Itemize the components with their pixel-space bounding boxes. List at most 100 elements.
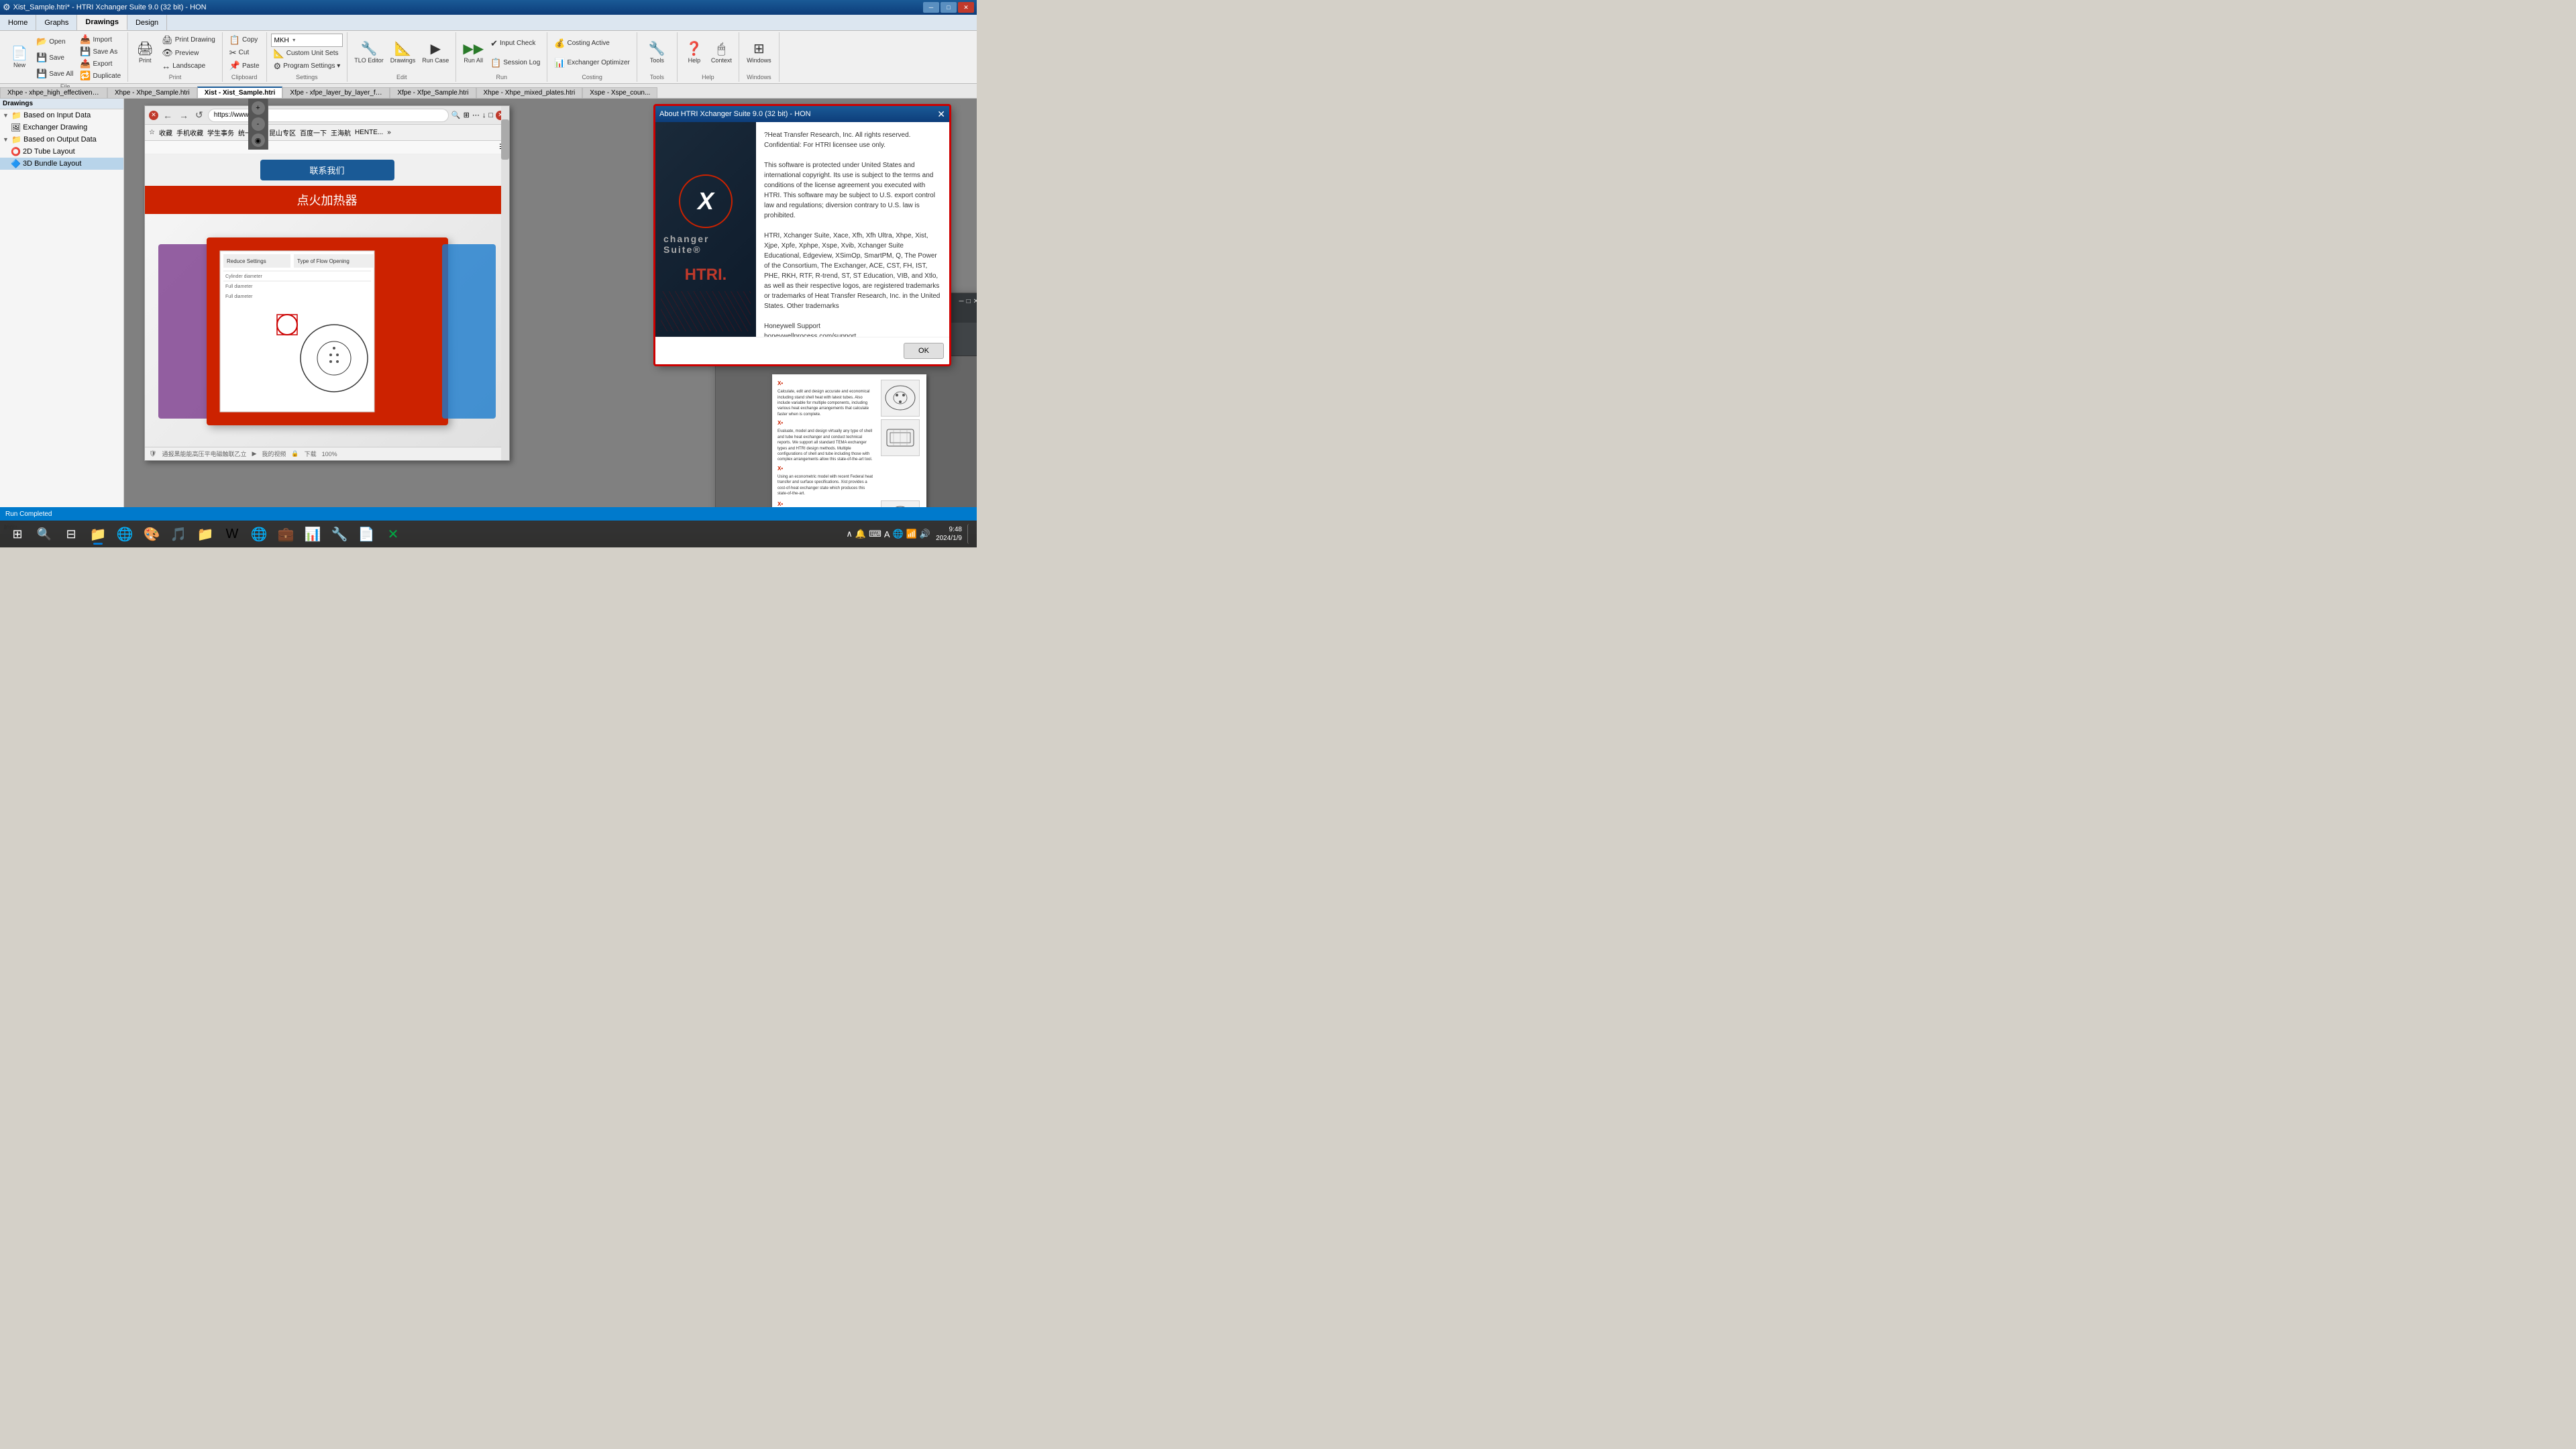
search-button[interactable]: 🔍 (32, 522, 56, 546)
save-all-button[interactable]: 💾Save All (34, 68, 76, 80)
tab-design[interactable]: Design (127, 15, 167, 30)
show-hidden-icons[interactable]: ∧ (846, 529, 853, 539)
tab-xhpe-high[interactable]: Xhpe - xhpe_high_effectiveness.htri (0, 87, 107, 98)
preview-button[interactable]: 👁Preview (159, 47, 218, 59)
keyboard-icon[interactable]: ⌨ (869, 529, 881, 539)
task-view-button[interactable]: ⊟ (59, 522, 83, 546)
bookmark8[interactable]: HENTE... (355, 129, 383, 136)
help-button[interactable]: ❓ Help (682, 41, 707, 65)
bookmark-more[interactable]: » (387, 129, 391, 136)
taskbar-app6[interactable]: 💼 (274, 522, 298, 546)
tree-item-3d-bundle[interactable]: 🔷 3D Bundle Layout (0, 158, 123, 170)
pdf-maximize[interactable]: □ (967, 298, 971, 305)
paste-button[interactable]: 📌Paste (227, 60, 262, 72)
program-settings-button[interactable]: ⚙Program Settings ▾ (271, 60, 343, 72)
minimize-button[interactable]: ─ (923, 2, 939, 13)
print-drawing-button[interactable]: 🖨Print Drawing (159, 34, 218, 46)
bookmark6[interactable]: 百度一下 (300, 127, 327, 138)
start-button[interactable]: ⊞ (5, 522, 30, 546)
browser-forward-button[interactable]: → (177, 110, 191, 121)
tools-button[interactable]: 🔧 Tools (644, 41, 669, 65)
drawings-button[interactable]: 📐 Drawings (388, 41, 419, 65)
taskbar-app8[interactable]: 🔧 (327, 522, 352, 546)
volume-icon[interactable]: 🔊 (920, 529, 930, 539)
export-button[interactable]: 📤Export (77, 58, 123, 70)
taskbar-edge[interactable]: 🌐 (113, 522, 137, 546)
tree-item-based-output[interactable]: ▼ 📁 Based on Output Data (0, 133, 123, 146)
ime-icon[interactable]: A (884, 529, 890, 539)
vertical-scrollbar[interactable] (501, 106, 509, 460)
taskbar-app3[interactable]: 📁 (193, 522, 217, 546)
close-button[interactable]: ✕ (958, 2, 974, 13)
browser-back-button[interactable]: ← (161, 110, 174, 121)
session-log-button[interactable]: 📋Session Log (488, 57, 543, 69)
browser-minimize-icon[interactable]: ↓ (482, 111, 486, 119)
browser-url-input[interactable] (208, 109, 449, 122)
browser-refresh-button[interactable]: ↺ (193, 109, 205, 121)
taskbar-app5[interactable]: 🌐 (247, 522, 271, 546)
open-button[interactable]: 📂Open (34, 36, 76, 48)
duplicate-button[interactable]: 🔁Duplicate (77, 70, 123, 82)
star-icon[interactable]: ☆ (149, 129, 155, 136)
network-icon[interactable]: 🌐 (893, 529, 904, 539)
tab-xist-sample[interactable]: Xist - Xist_Sample.htri (197, 87, 283, 98)
tab-xhpe-sample[interactable]: Xhpe - Xhpe_Sample.htri (107, 87, 197, 98)
wifi-icon[interactable]: 📶 (906, 529, 917, 539)
contact-button[interactable]: 联系我们 (260, 160, 394, 180)
costing-active-button[interactable]: 💰Costing Active (551, 38, 633, 50)
bookmark1[interactable]: 收藏 (159, 127, 172, 138)
taskbar-app7[interactable]: 📊 (301, 522, 325, 546)
tab-xhpe-mixed[interactable]: Xhpe - Xhpe_mixed_plates.htri (476, 87, 583, 98)
print-button[interactable]: 🖨 Print (132, 41, 158, 65)
bookmark3[interactable]: 学生事务 (207, 127, 234, 138)
nav-btn-2[interactable]: - (252, 117, 265, 131)
run-all-button[interactable]: ▶▶ Run All (460, 41, 486, 65)
cut-button[interactable]: ✂Cut (227, 47, 262, 59)
import-button[interactable]: 📥Import (77, 34, 123, 46)
taskbar-app4[interactable]: W (220, 522, 244, 546)
ok-button[interactable]: OK (904, 343, 944, 359)
save-button[interactable]: 💾Save (34, 52, 76, 64)
bookmark2[interactable]: 手机收藏 (176, 127, 203, 138)
tlo-editor-button[interactable]: 🔧 TLO Editor (352, 41, 386, 65)
exchanger-optimizer-button[interactable]: 📊Exchanger Optimizer (551, 57, 633, 69)
taskbar-app10[interactable]: ✕ (381, 522, 405, 546)
browser-more[interactable]: ⋯ (472, 111, 480, 119)
tree-item-based-input[interactable]: ▼ 📁 Based on Input Data (0, 109, 123, 121)
tree-item-exchanger-drawing[interactable]: 🖼 Exchanger Drawing (0, 121, 123, 133)
save-as-button[interactable]: 💾Save As (77, 46, 123, 58)
tab-drawings[interactable]: Drawings (77, 15, 127, 30)
browser-close-button[interactable]: ✕ (149, 111, 158, 120)
pdf-close[interactable]: ✕ (973, 298, 977, 305)
input-check-button[interactable]: ✔Input Check (488, 38, 543, 50)
taskbar-explorer[interactable]: 📁 (86, 522, 110, 546)
landscape-button[interactable]: ↔Landscape (159, 60, 218, 72)
windows-button[interactable]: ⊞ Windows (744, 41, 774, 65)
tab-home[interactable]: Home (0, 15, 36, 30)
taskbar-app1[interactable]: 🎨 (140, 522, 164, 546)
tree-item-2d-tube[interactable]: ⭕ 2D Tube Layout (0, 146, 123, 158)
tab-xfpe-layer[interactable]: Xfpe - xfpe_layer_by_layer_four_stream.h… (282, 87, 390, 98)
notification-icon[interactable]: 🔔 (855, 529, 866, 539)
new-button[interactable]: 📄 New (7, 46, 32, 70)
taskbar-app9[interactable]: 📄 (354, 522, 378, 546)
copy-button[interactable]: 📋Copy (227, 34, 262, 46)
pdf-minimize[interactable]: ─ (959, 298, 963, 305)
custom-units-button[interactable]: 📐Custom Unit Sets (271, 48, 343, 60)
show-desktop-button[interactable] (967, 524, 971, 544)
run-case-button[interactable]: ▶ Run Case (419, 41, 451, 65)
context-button[interactable]: 🖱 Context (708, 41, 735, 65)
tab-xspe[interactable]: Xspe - Xspe_coun... (582, 87, 657, 98)
tab-xfpe-sample[interactable]: Xfpe - Xfpe_Sample.htri (390, 87, 476, 98)
browser-maximize-icon[interactable]: □ (488, 111, 493, 119)
tab-graphs[interactable]: Graphs (36, 15, 77, 30)
dialog-close-button[interactable]: ✕ (937, 109, 945, 120)
scrollbar-thumb[interactable] (501, 119, 509, 160)
bookmark5[interactable]: 昆山专区 (269, 127, 296, 138)
nav-btn-1[interactable]: + (252, 101, 265, 115)
maximize-button[interactable]: □ (941, 2, 957, 13)
nav-btn-3[interactable]: ◉ (252, 133, 265, 147)
taskbar-app2[interactable]: 🎵 (166, 522, 191, 546)
units-dropdown[interactable]: MKH (271, 34, 343, 47)
bookmark7[interactable]: 王海航 (331, 127, 351, 138)
